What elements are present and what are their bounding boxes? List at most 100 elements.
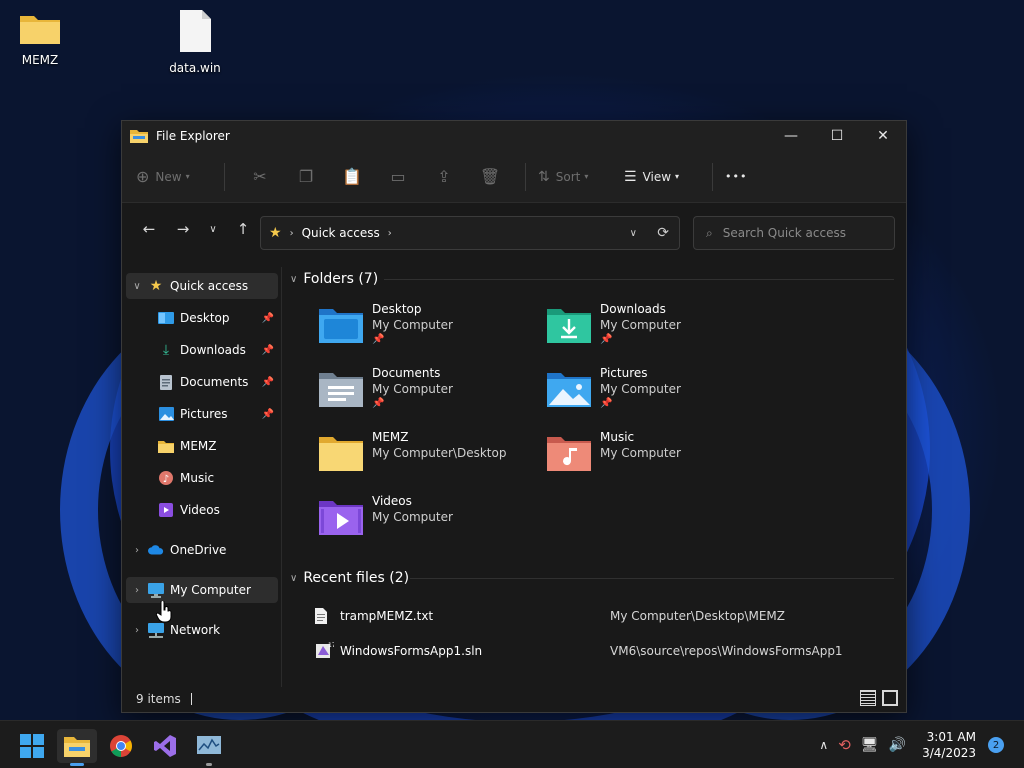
- new-button[interactable]: ⊕ New ▾: [136, 161, 212, 193]
- taskbar-visual-studio[interactable]: [145, 729, 185, 763]
- share-icon: ⇪: [437, 167, 451, 186]
- forward-button[interactable]: →: [168, 220, 198, 238]
- close-button[interactable]: ✕: [860, 121, 906, 151]
- chevron-down-icon[interactable]: ∨: [290, 573, 297, 584]
- recent-locations-button[interactable]: ∨: [198, 224, 228, 235]
- chevron-right-icon[interactable]: ›: [126, 545, 148, 556]
- desktop-icon-data-win[interactable]: data.win: [155, 8, 235, 75]
- recent-file-row[interactable]: trampMEMZ.txt My Computer\Desktop\MEMZ: [314, 602, 904, 630]
- volume-icon[interactable]: 🔊: [889, 737, 906, 753]
- pin-icon: 📌: [261, 312, 274, 324]
- cloud-icon: [148, 542, 164, 558]
- pin-icon: 📌: [261, 408, 274, 420]
- share-button[interactable]: ⇪: [421, 167, 467, 186]
- details-view-icon[interactable]: [860, 690, 876, 706]
- sidebar-item-documents[interactable]: Documents 📌: [126, 369, 278, 395]
- view-button[interactable]: ☰ View ▾: [624, 161, 700, 193]
- folder-tile-desktop[interactable]: Desktop My Computer 📌: [318, 301, 538, 357]
- taskbar: ∧ ⟲ 🖥 🔊 3:01 AM 3/4/2023 2: [0, 720, 1024, 768]
- rename-button[interactable]: ▭: [375, 167, 421, 186]
- desktop-icon: [158, 310, 174, 326]
- start-button[interactable]: [12, 729, 52, 763]
- folder-tile-memz[interactable]: MEMZ My Computer\Desktop: [318, 429, 538, 485]
- recent-file-row[interactable]: 17 WindowsFormsApp1.sln VM6\source\repos…: [314, 637, 904, 665]
- clock[interactable]: 3:01 AM 3/4/2023: [922, 729, 976, 761]
- folder-tile-music[interactable]: Music My Computer: [546, 429, 766, 485]
- folder-name: Videos: [372, 494, 412, 508]
- sidebar-item-my-computer[interactable]: › My Computer: [126, 577, 278, 603]
- sidebar-item-onedrive[interactable]: › OneDrive: [126, 537, 278, 563]
- network-icon[interactable]: 🖥: [861, 737, 879, 753]
- chevron-down-icon[interactable]: ∨: [126, 281, 148, 292]
- sidebar-item-music[interactable]: ♪ Music: [126, 465, 278, 491]
- copy-button[interactable]: ❐: [283, 167, 329, 186]
- sidebar-item-downloads[interactable]: ⤓ Downloads 📌: [126, 337, 278, 363]
- sync-icon[interactable]: ⟲: [838, 736, 851, 754]
- delete-button[interactable]: 🗑: [467, 167, 513, 186]
- taskbar-chrome[interactable]: [101, 729, 141, 763]
- recent-file-name: trampMEMZ.txt: [340, 609, 434, 623]
- network-icon: [148, 622, 164, 638]
- chevron-down-icon: ▾: [675, 172, 680, 181]
- taskbar-file-explorer[interactable]: [57, 729, 97, 766]
- desktop-icon-label: data.win: [169, 61, 221, 75]
- notification-badge[interactable]: 2: [988, 737, 1004, 753]
- up-button[interactable]: ↑: [228, 220, 258, 238]
- chevron-up-icon[interactable]: ∧: [819, 738, 828, 752]
- arrow-left-icon: ←: [142, 220, 156, 238]
- rename-icon: ▭: [390, 167, 406, 186]
- star-icon: ★: [269, 225, 282, 241]
- title-bar[interactable]: File Explorer — ☐ ✕: [122, 121, 906, 151]
- breadcrumb[interactable]: Quick access: [302, 226, 380, 240]
- folder-tile-downloads[interactable]: Downloads My Computer 📌: [546, 301, 766, 357]
- tiles-view-icon[interactable]: [882, 690, 898, 706]
- sidebar-item-videos[interactable]: Videos: [126, 497, 278, 523]
- chevron-down-icon[interactable]: ∨: [290, 274, 297, 285]
- maximize-button[interactable]: ☐: [814, 121, 860, 151]
- window-controls: — ☐ ✕: [768, 121, 906, 151]
- folders-section-header[interactable]: ∨ Folders (7): [290, 271, 378, 287]
- running-indicator: [206, 763, 212, 766]
- refresh-icon[interactable]: ⟳: [657, 225, 669, 241]
- sidebar-item-quick-access[interactable]: ∨ ★ Quick access: [126, 273, 278, 299]
- desktop-icon-memz[interactable]: MEMZ: [0, 10, 80, 67]
- folder-tile-videos[interactable]: Videos My Computer: [318, 493, 538, 549]
- folder-name: MEMZ: [372, 430, 409, 444]
- copy-icon: ❐: [298, 167, 314, 186]
- more-options-button[interactable]: •••: [725, 161, 747, 193]
- paste-button[interactable]: 📋: [329, 167, 375, 186]
- sort-button[interactable]: ⇅ Sort ▾: [538, 161, 614, 193]
- sidebar-item-desktop[interactable]: Desktop 📌: [126, 305, 278, 331]
- sidebar-item-pictures[interactable]: Pictures 📌: [126, 401, 278, 427]
- sidebar-item-label: Documents: [180, 375, 249, 389]
- plus-circle-icon: ⊕: [136, 167, 150, 186]
- sidebar-item-memz[interactable]: MEMZ: [126, 433, 278, 459]
- recent-file-location: VM6\source\repos\WindowsFormsApp1: [610, 644, 843, 658]
- navigation-pane: ∨ ★ Quick access Desktop 📌 ⤓ Downloads 📌…: [122, 267, 282, 687]
- active-indicator: [70, 763, 84, 766]
- search-input[interactable]: ⌕ Search Quick access: [693, 216, 895, 250]
- recent-file-location: My Computer\Desktop\MEMZ: [610, 609, 786, 623]
- folder-tile-documents[interactable]: Documents My Computer 📌: [318, 365, 538, 421]
- sort-label: Sort: [555, 169, 581, 184]
- minimize-button[interactable]: —: [768, 121, 814, 151]
- breadcrumb-separator-icon: ›: [387, 227, 392, 239]
- documents-icon: [158, 374, 174, 390]
- folder-location: My Computer: [600, 382, 681, 396]
- address-bar[interactable]: ★ › Quick access › ∨ ⟳: [260, 216, 680, 250]
- cut-button[interactable]: ✂: [237, 167, 283, 186]
- folder-tile-pictures[interactable]: Pictures My Computer 📌: [546, 365, 766, 421]
- back-button[interactable]: ←: [134, 220, 164, 238]
- address-dropdown-icon[interactable]: ∨: [630, 228, 637, 239]
- desktop-icon-label: MEMZ: [21, 53, 59, 67]
- visual-studio-solution-icon: 17: [316, 642, 334, 658]
- sidebar-item-network[interactable]: › Network: [126, 617, 278, 643]
- chevron-right-icon[interactable]: ›: [126, 585, 148, 596]
- clock-date: 3/4/2023: [922, 746, 976, 760]
- recent-files-section-header[interactable]: ∨ Recent files (2): [290, 570, 409, 586]
- hand-cursor-icon: [156, 601, 172, 623]
- svg-text:♪: ♪: [163, 474, 169, 485]
- sidebar-item-label: Desktop: [180, 311, 230, 325]
- chevron-right-icon[interactable]: ›: [126, 625, 148, 636]
- taskbar-app[interactable]: [189, 729, 229, 766]
